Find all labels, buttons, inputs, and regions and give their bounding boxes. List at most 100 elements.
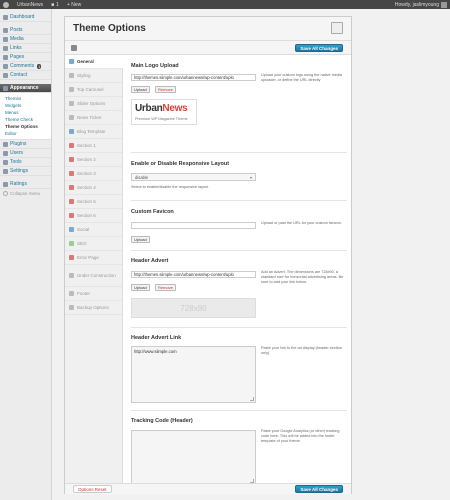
menu-dashboard[interactable]: Dashboard [0, 13, 51, 22]
menu-tools[interactable]: Tools [0, 158, 51, 167]
collapse-label: Collapse menu [10, 191, 41, 196]
contact-icon [3, 72, 8, 78]
submenu-editor[interactable]: Editor [0, 130, 51, 137]
tab-blog-template[interactable]: Blog Template [65, 125, 122, 139]
menu-contact[interactable]: Contact [0, 71, 51, 80]
divider [131, 250, 347, 251]
submenu-theme-options[interactable]: Theme Options [0, 123, 51, 130]
tab-label: Top Carousel [77, 87, 104, 92]
posts-icon [3, 27, 8, 33]
tab-news-ticker[interactable]: News Ticker [65, 111, 122, 125]
comments-link[interactable]: ■ 1 [51, 2, 59, 8]
menu-label: Comments [10, 63, 35, 69]
menu-media[interactable]: Media [0, 35, 51, 44]
tab-label: SEO [77, 241, 87, 246]
tab-section-6[interactable]: Section 6 [65, 209, 122, 223]
collapse-menu-button[interactable]: Collapse menu [0, 189, 51, 198]
submenu-theme-check[interactable]: Theme Check [0, 116, 51, 123]
pages-icon [3, 54, 8, 60]
tools-icon [3, 159, 8, 165]
menu-settings[interactable]: Settings [0, 167, 51, 176]
submenu-themes[interactable]: Themes [0, 95, 51, 102]
blog-icon [69, 129, 74, 134]
tab-seo[interactable]: SEO [65, 237, 122, 251]
menu-ratings[interactable]: Ratings [0, 180, 51, 189]
construction-icon [69, 273, 74, 278]
menu-posts[interactable]: Posts [0, 26, 51, 35]
tab-section-5[interactable]: Section 5 [65, 195, 122, 209]
tab-label: General [77, 59, 94, 64]
header-link-value: http://www.siimple.com [134, 349, 177, 354]
tab-error-page[interactable]: Error Page [65, 251, 122, 265]
ticker-icon [69, 115, 74, 120]
header-advert-upload-button[interactable]: Upload [131, 284, 150, 291]
favicon-upload-button[interactable]: Upload [131, 236, 150, 243]
menu-label: Posts [10, 27, 23, 33]
menu-comments[interactable]: Comments 1 [0, 62, 51, 71]
new-content-link[interactable]: + New [67, 2, 81, 8]
tab-label: Section 3 [77, 171, 96, 176]
divider [131, 410, 347, 411]
panel-footer: Options Reset Save All Changes [65, 483, 351, 494]
logo-preview: UrbanNews Premium WP Magazine Theme [131, 99, 197, 125]
wp-logo-menu[interactable] [3, 1, 9, 8]
menu-pages[interactable]: Pages [0, 53, 51, 62]
menu-label: Links [10, 45, 22, 51]
tab-label: Social [77, 227, 90, 232]
save-all-button-bottom[interactable]: Save All Changes [295, 485, 343, 493]
star-icon [3, 181, 8, 187]
favicon-url-input[interactable] [131, 222, 256, 229]
resize-handle[interactable] [250, 397, 254, 401]
options-reset-button[interactable]: Options Reset [73, 485, 112, 493]
menu-users[interactable]: Users [0, 149, 51, 158]
tab-section-4[interactable]: Section 4 [65, 181, 122, 195]
logo-brand-news: News [162, 103, 188, 114]
logo-url-input[interactable]: http://themes.siimple.com/urbannews/wp-c… [131, 74, 256, 81]
tab-label: Section 2 [77, 157, 96, 162]
tab-under-construction[interactable]: Under Construction [65, 265, 122, 287]
save-all-button-top[interactable]: Save All Changes [295, 44, 343, 52]
submenu-widgets[interactable]: Widgets [0, 102, 51, 109]
logo-brand-urban: Urban [135, 103, 163, 114]
page-title: Theme Options [73, 23, 146, 34]
header-advert-preview: 728x90 [131, 298, 256, 318]
submenu-menus[interactable]: Menus [0, 109, 51, 116]
tab-section-1[interactable]: Section 1 [65, 139, 122, 153]
tab-styling[interactable]: Styling [65, 69, 122, 83]
tab-top-carousel[interactable]: Top Carousel [65, 83, 122, 97]
tab-section-3[interactable]: Section 3 [65, 167, 122, 181]
account-menu[interactable]: Howdy, jaslimyoung [394, 1, 447, 8]
section-icon [69, 157, 74, 162]
tab-footer[interactable]: Footer [65, 287, 122, 301]
comment-icon: ■ [51, 1, 55, 8]
tab-label: Section 4 [77, 185, 96, 190]
seo-icon [69, 241, 74, 246]
tab-section-2[interactable]: Section 2 [65, 153, 122, 167]
howdy-text: Howdy, jaslimyoung [394, 1, 439, 8]
header-advert-remove-button[interactable]: Remove [155, 284, 176, 291]
menu-appearance[interactable]: Appearance [0, 84, 51, 93]
header-link-textarea[interactable]: http://www.siimple.com [131, 346, 256, 403]
tab-backup-options[interactable]: Backup Options [65, 301, 122, 315]
logo-upload-button[interactable]: Upload [131, 86, 150, 93]
tracking-code-textarea[interactable] [131, 430, 256, 485]
header-advert-url-input[interactable]: http://themes.siimple.com/urbannews/wp-c… [131, 271, 256, 278]
social-icon [69, 227, 74, 232]
slider-icon [69, 101, 74, 106]
responsive-select[interactable]: disable ▾ [131, 173, 256, 181]
section-icon [69, 171, 74, 176]
tab-social[interactable]: Social [65, 223, 122, 237]
tab-label: Slider Options [77, 101, 106, 106]
media-icon [3, 36, 8, 42]
tab-slider-options[interactable]: Slider Options [65, 97, 122, 111]
backup-icon [69, 305, 74, 310]
admin-bar: UrbanNews ■ 1 + New Howdy, jaslimyoung [0, 0, 450, 9]
logo-remove-button[interactable]: Remove [155, 86, 176, 93]
comments-icon [3, 63, 8, 69]
tab-general[interactable]: General [65, 55, 123, 69]
theme-logo-icon [331, 22, 343, 34]
menu-links[interactable]: Links [0, 44, 51, 53]
panel-toolbar: Save All Changes [65, 41, 351, 55]
site-name-link[interactable]: UrbanNews [17, 2, 43, 8]
menu-plugins[interactable]: Plugins [0, 140, 51, 149]
